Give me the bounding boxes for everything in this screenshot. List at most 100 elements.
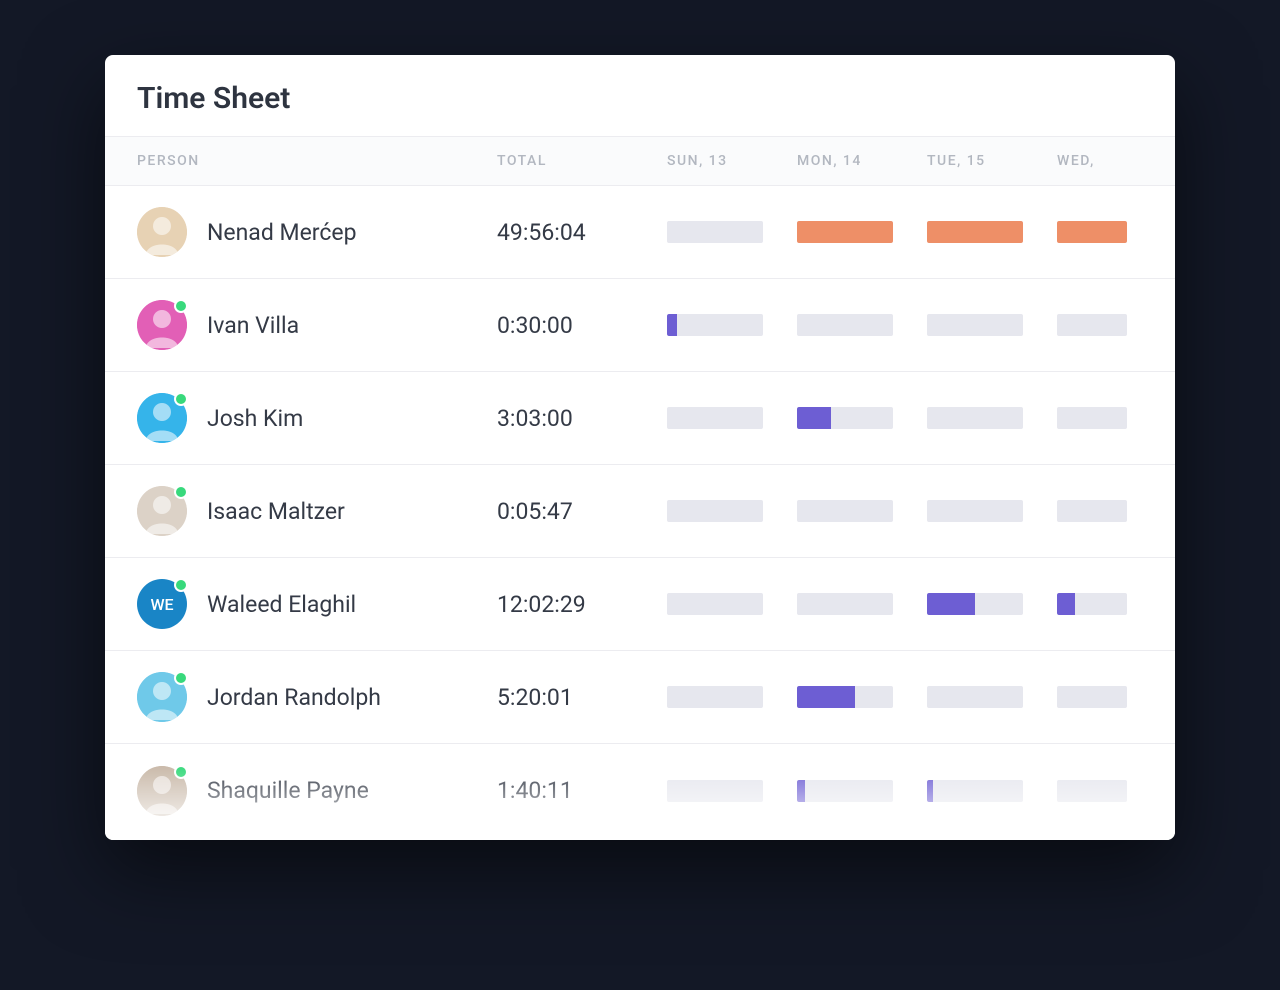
total-time: 5:20:01 — [497, 684, 667, 711]
col-header-day-1[interactable]: MON, 14 — [797, 153, 927, 169]
day-cell[interactable] — [797, 407, 927, 429]
person-name: Shaquille Payne — [207, 777, 369, 804]
col-header-day-3[interactable]: WED, — [1057, 153, 1137, 169]
time-bar — [797, 407, 893, 429]
day-cell[interactable] — [927, 221, 1057, 243]
table-row[interactable]: Ivan Villa 0:30:00 — [105, 279, 1175, 372]
avatar[interactable] — [137, 766, 187, 816]
status-online-icon — [174, 485, 188, 499]
total-time: 0:05:47 — [497, 498, 667, 525]
day-cell[interactable] — [927, 780, 1057, 802]
time-bar-fill — [797, 221, 893, 243]
total-time: 49:56:04 — [497, 219, 667, 246]
day-cell[interactable] — [1057, 500, 1137, 522]
time-bar — [797, 314, 893, 336]
table-header: PERSON TOTAL SUN, 13 MON, 14 TUE, 15 WED… — [105, 136, 1175, 186]
person-name: Josh Kim — [207, 405, 303, 432]
col-header-day-0[interactable]: SUN, 13 — [667, 153, 797, 169]
person-name: Ivan Villa — [207, 312, 299, 339]
day-cell[interactable] — [797, 500, 927, 522]
avatar[interactable] — [137, 393, 187, 443]
avatar[interactable] — [137, 672, 187, 722]
day-cell[interactable] — [1057, 593, 1137, 615]
time-bar — [1057, 407, 1127, 429]
table-row[interactable]: Nenad Merćep49:56:04 — [105, 186, 1175, 279]
time-bar-fill — [797, 686, 855, 708]
time-bar — [667, 780, 763, 802]
day-cell[interactable] — [667, 780, 797, 802]
avatar[interactable] — [137, 300, 187, 350]
total-time: 3:03:00 — [497, 405, 667, 432]
time-bar-fill — [927, 221, 1023, 243]
time-bar-fill — [927, 593, 975, 615]
person-cell: WEWaleed Elaghil — [137, 579, 497, 629]
day-cell[interactable] — [667, 500, 797, 522]
day-cell[interactable] — [797, 686, 927, 708]
table-row[interactable]: Shaquille Payne 1:40:11 — [105, 744, 1175, 837]
total-time: 1:40:11 — [497, 777, 667, 804]
time-bar — [1057, 221, 1127, 243]
day-cell[interactable] — [667, 593, 797, 615]
avatar[interactable]: WE — [137, 579, 187, 629]
table-row[interactable]: Josh Kim 3:03:00 — [105, 372, 1175, 465]
person-cell: Ivan Villa — [137, 300, 497, 350]
day-cell[interactable] — [1057, 780, 1137, 802]
timesheet-card: Time Sheet PERSON TOTAL SUN, 13 MON, 14 … — [105, 55, 1175, 840]
person-cell: Shaquille Payne — [137, 766, 497, 816]
day-cell[interactable] — [667, 221, 797, 243]
time-bar — [1057, 686, 1127, 708]
status-online-icon — [174, 578, 188, 592]
time-bar — [797, 686, 893, 708]
time-bar — [667, 686, 763, 708]
table-row[interactable]: Isaac Maltzer 0:05:47 — [105, 465, 1175, 558]
time-bar — [927, 500, 1023, 522]
day-cell[interactable] — [927, 407, 1057, 429]
time-bar — [927, 221, 1023, 243]
time-bar — [797, 500, 893, 522]
page-title: Time Sheet — [105, 55, 1175, 136]
time-bar-fill — [927, 780, 933, 802]
day-cell[interactable] — [927, 593, 1057, 615]
avatar[interactable] — [137, 207, 187, 257]
day-cell[interactable] — [667, 686, 797, 708]
time-bar — [1057, 500, 1127, 522]
person-name: Isaac Maltzer — [207, 498, 345, 525]
table-body: Nenad Merćep49:56:04 Ivan Villa 0:30:00 J… — [105, 186, 1175, 837]
time-bar — [1057, 593, 1127, 615]
day-cell[interactable] — [1057, 407, 1137, 429]
person-cell: Jordan Randolph — [137, 672, 497, 722]
day-cell[interactable] — [797, 314, 927, 336]
time-bar-fill — [1057, 593, 1075, 615]
table-row[interactable]: Jordan Randolph5:20:01 — [105, 651, 1175, 744]
time-bar-fill — [1057, 221, 1127, 243]
day-cell[interactable] — [927, 500, 1057, 522]
avatar[interactable] — [137, 486, 187, 536]
table-row[interactable]: WEWaleed Elaghil12:02:29 — [105, 558, 1175, 651]
day-cell[interactable] — [797, 780, 927, 802]
day-cell[interactable] — [797, 593, 927, 615]
total-time: 0:30:00 — [497, 312, 667, 339]
time-bar — [927, 314, 1023, 336]
time-bar — [927, 407, 1023, 429]
time-bar — [1057, 314, 1127, 336]
col-header-day-2[interactable]: TUE, 15 — [927, 153, 1057, 169]
day-cell[interactable] — [667, 407, 797, 429]
day-cell[interactable] — [667, 314, 797, 336]
day-cell[interactable] — [927, 314, 1057, 336]
day-cell[interactable] — [1057, 686, 1137, 708]
status-online-icon — [174, 299, 188, 313]
status-online-icon — [174, 392, 188, 406]
day-cell[interactable] — [1057, 314, 1137, 336]
time-bar — [667, 593, 763, 615]
time-bar-fill — [797, 780, 805, 802]
day-cell[interactable] — [797, 221, 927, 243]
col-header-person[interactable]: PERSON — [137, 153, 497, 169]
col-header-total[interactable]: TOTAL — [497, 153, 667, 169]
time-bar — [797, 221, 893, 243]
day-cell[interactable] — [927, 686, 1057, 708]
total-time: 12:02:29 — [497, 591, 667, 618]
time-bar — [797, 593, 893, 615]
day-cell[interactable] — [1057, 221, 1137, 243]
status-online-icon — [174, 765, 188, 779]
time-bar — [667, 221, 763, 243]
